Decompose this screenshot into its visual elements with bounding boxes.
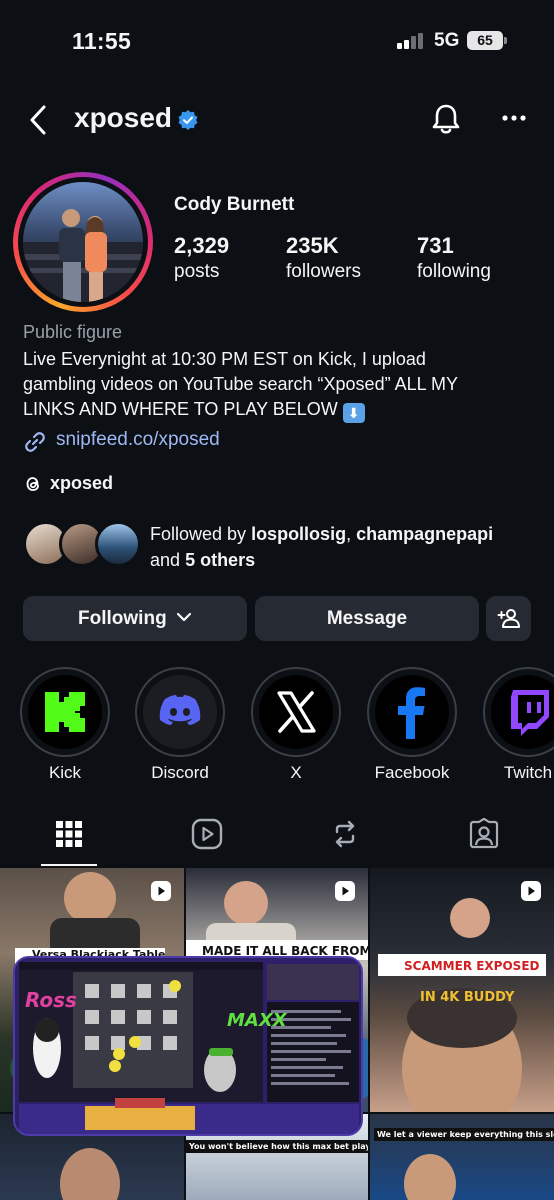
post-thumbnail bbox=[404, 1154, 456, 1200]
highlight-label: X bbox=[290, 763, 302, 782]
bio-line-1: Live Everynight at 10:30 PM EST on Kick,… bbox=[23, 349, 426, 369]
link-icon bbox=[25, 432, 45, 452]
highlight-ring bbox=[251, 667, 341, 757]
following-button[interactable]: Following bbox=[23, 596, 247, 641]
stat-followers-label: followers bbox=[286, 261, 361, 282]
highlight-twitch[interactable]: Twitch bbox=[483, 667, 554, 783]
reels-icon bbox=[191, 818, 223, 850]
highlight-facebook[interactable]: Facebook bbox=[367, 667, 457, 783]
followed-by-and: and bbox=[150, 550, 181, 570]
followed-by-text[interactable]: Followed by lospollosig, champagnepapi a… bbox=[150, 521, 540, 573]
stat-following-label: following bbox=[417, 261, 491, 282]
tab-reposts[interactable] bbox=[329, 818, 361, 850]
tagged-person-icon bbox=[469, 817, 499, 849]
twitch-icon bbox=[491, 675, 554, 749]
bio-line-3: LINKS AND WHERE TO PLAY BELOW bbox=[23, 399, 338, 419]
status-time: 11:55 bbox=[72, 28, 132, 54]
grid-post[interactable]: SCAMMER EXPOSED IN 4K BUDDY bbox=[370, 868, 554, 1112]
grid-icon bbox=[56, 821, 82, 847]
profile-category: Public figure bbox=[23, 322, 123, 342]
profile-link-text: snipfeed.co/xposed bbox=[56, 429, 220, 450]
bell-icon bbox=[432, 104, 460, 134]
mutual-followers-avatars[interactable] bbox=[23, 521, 143, 571]
highlight-ring bbox=[483, 667, 554, 757]
following-button-label: Following bbox=[78, 608, 167, 629]
battery-tip bbox=[504, 37, 507, 44]
post-caption: You won't believe how this max bet playe… bbox=[186, 1140, 368, 1153]
down-arrow-emoji-icon: ⬇ bbox=[342, 403, 365, 423]
threads-icon bbox=[26, 477, 39, 491]
chevron-down-icon bbox=[176, 612, 192, 622]
reel-badge-icon bbox=[151, 881, 171, 901]
kick-icon bbox=[28, 675, 102, 749]
grid-post[interactable]: We let a viewer keep everything this slo… bbox=[370, 1114, 554, 1200]
profile-header: xposed bbox=[0, 90, 554, 150]
profile-avatar[interactable] bbox=[13, 172, 153, 312]
stat-followers[interactable]: 235K followers bbox=[286, 233, 361, 283]
highlight-label: Twitch bbox=[503, 763, 553, 782]
pip-maxx-text: MAXX bbox=[227, 1010, 287, 1031]
signal-icon bbox=[397, 33, 425, 49]
post-caption: We let a viewer keep everything this slo… bbox=[374, 1128, 554, 1141]
reel-badge-icon bbox=[335, 881, 355, 901]
message-button[interactable]: Message bbox=[255, 596, 479, 641]
tab-reels[interactable] bbox=[191, 818, 223, 850]
highlight-label: Facebook bbox=[374, 763, 450, 782]
stat-following[interactable]: 731 following bbox=[417, 233, 491, 283]
profile-content-tabs bbox=[0, 808, 554, 866]
profile-username: xposed bbox=[74, 102, 173, 133]
avatar-photo bbox=[23, 182, 143, 302]
message-button-label: Message bbox=[326, 608, 408, 629]
post-caption-sub: IN 4K BUDDY bbox=[420, 990, 515, 1005]
more-horizontal-icon bbox=[502, 115, 526, 121]
battery-level: 65 bbox=[477, 32, 493, 48]
followed-by-prefix: Followed by bbox=[150, 524, 247, 544]
facebook-icon bbox=[375, 675, 449, 749]
followed-by-user2: champagnepapi bbox=[356, 524, 494, 544]
post-caption: SCAMMER EXPOSED bbox=[404, 959, 540, 973]
stat-posts[interactable]: 2,329 posts bbox=[174, 233, 229, 283]
network-type: 5G bbox=[434, 30, 460, 51]
repost-icon bbox=[335, 820, 355, 848]
x-logo-icon bbox=[259, 675, 333, 749]
discord-icon bbox=[143, 675, 217, 749]
status-bar: 11:55 5G 65 bbox=[0, 0, 554, 80]
stat-posts-label: posts bbox=[174, 261, 220, 282]
battery-icon: 65 bbox=[467, 31, 503, 50]
stat-followers-value: 235K bbox=[286, 233, 339, 258]
pip-video-frame bbox=[15, 958, 361, 1134]
avatar-photo-art bbox=[23, 209, 143, 302]
threads-handle: xposed bbox=[50, 473, 114, 493]
pip-ross-text: Ross bbox=[25, 988, 77, 1012]
mutual-avatar bbox=[95, 521, 141, 567]
followed-by-user1: lospollosig bbox=[251, 524, 347, 544]
picture-in-picture-video[interactable]: Ross MAXX bbox=[13, 956, 363, 1136]
followed-by-others: 5 others bbox=[185, 550, 256, 570]
reel-badge-icon bbox=[521, 881, 541, 901]
chevron-left-icon bbox=[30, 105, 46, 135]
more-options-button[interactable] bbox=[500, 106, 528, 130]
highlight-kick[interactable]: Kick bbox=[20, 667, 110, 783]
highlight-x[interactable]: X bbox=[251, 667, 341, 783]
active-tab-indicator bbox=[41, 864, 97, 866]
suggested-users-button[interactable] bbox=[486, 596, 531, 641]
stat-following-value: 731 bbox=[417, 233, 454, 258]
profile-display-name: Cody Burnett bbox=[174, 194, 295, 215]
stat-posts-value: 2,329 bbox=[174, 233, 230, 258]
profile-bio: Live Everynight at 10:30 PM EST on Kick,… bbox=[23, 347, 523, 423]
highlight-label: Discord bbox=[151, 763, 209, 782]
tab-tagged[interactable] bbox=[468, 817, 500, 850]
add-user-icon bbox=[497, 609, 520, 628]
back-button[interactable] bbox=[24, 102, 54, 138]
notifications-button[interactable] bbox=[430, 102, 462, 136]
tab-posts[interactable] bbox=[53, 818, 85, 850]
highlight-ring bbox=[367, 667, 457, 757]
bio-line-2: gambling videos on YouTube search “Xpose… bbox=[23, 374, 458, 394]
highlight-discord[interactable]: Discord bbox=[135, 667, 225, 783]
highlight-label: Kick bbox=[48, 763, 82, 782]
highlight-ring bbox=[20, 667, 110, 757]
verified-badge-icon bbox=[178, 110, 198, 130]
highlight-ring bbox=[135, 667, 225, 757]
